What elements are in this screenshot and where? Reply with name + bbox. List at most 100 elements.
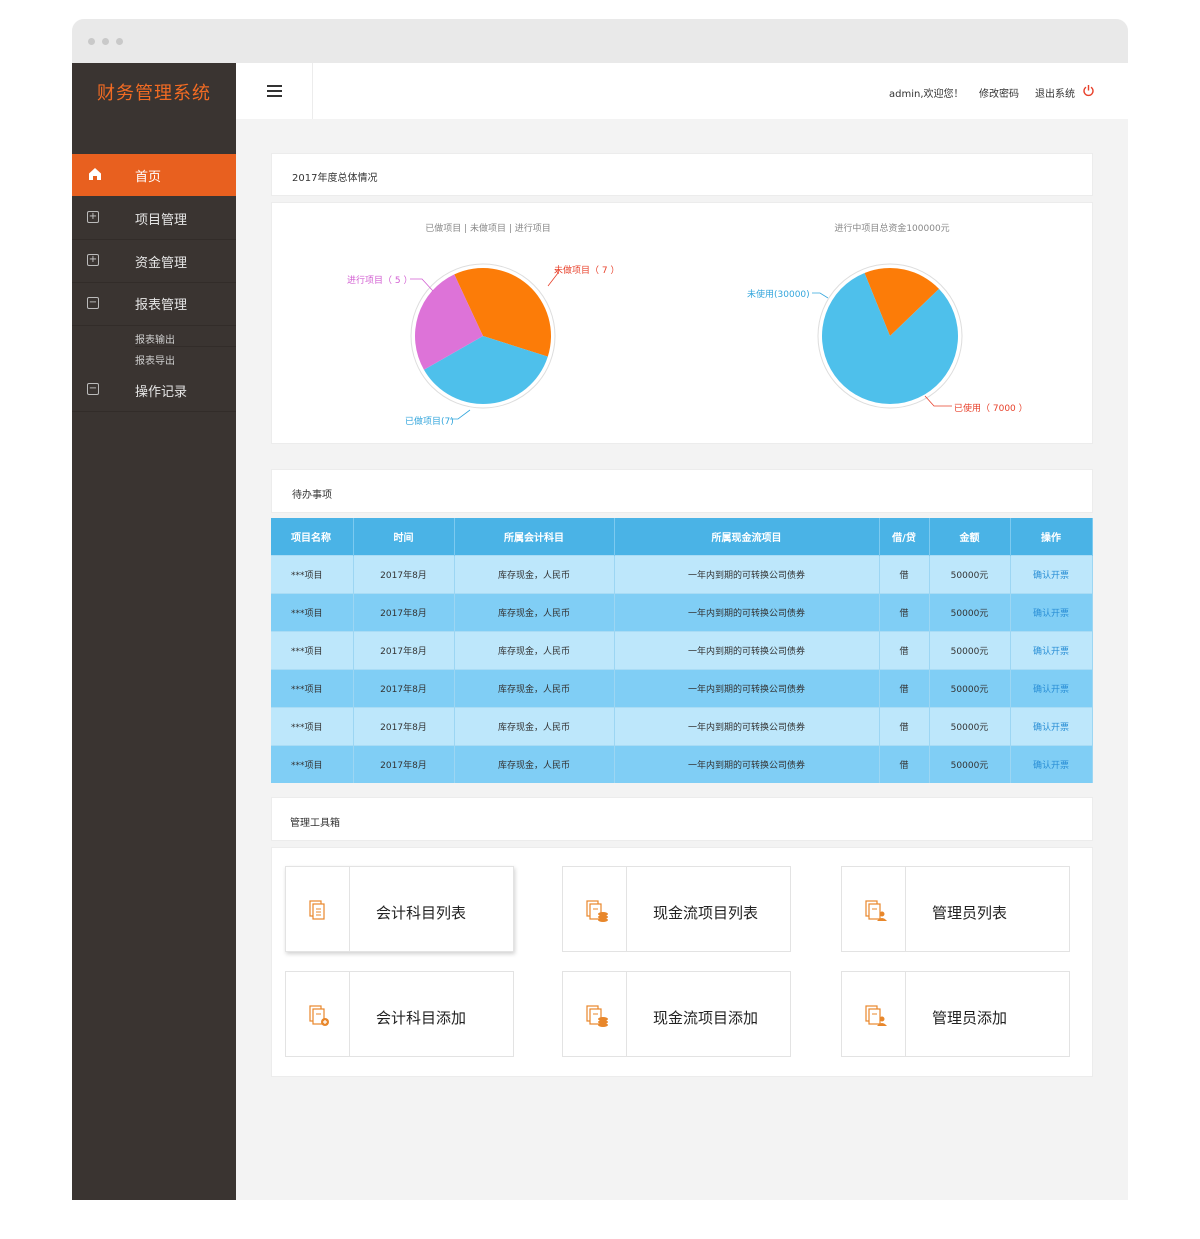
- table-cell: 一年内到期的可转换公司债券: [614, 669, 880, 708]
- pie-label: 已做项目(7): [405, 417, 454, 427]
- tool-label: 管理员列表: [932, 904, 1008, 922]
- document-coins-icon: [586, 900, 608, 922]
- pie-label: 已使用（ 7000 ）: [954, 404, 1028, 414]
- table-cell: 2017年8月: [353, 707, 455, 746]
- window-titlebar: [72, 19, 1128, 63]
- welcome-text: admin,欢迎您！: [889, 89, 964, 100]
- window-dot-icon: [116, 38, 123, 45]
- overview-header: 2017年度总体情况: [271, 153, 1093, 196]
- change-password-link[interactable]: 修改密码: [979, 85, 1019, 100]
- sidebar-subitem-report-output[interactable]: 报表输出: [135, 331, 175, 346]
- tool-account-add-button[interactable]: 会计科目添加: [285, 971, 514, 1057]
- sidebar: 财务管理系统 首页 + 项目管理 + 资金管理 − 报表管理 报表输出 报表导出…: [72, 63, 236, 1200]
- table-header-row: 项目名称 时间 所属会计科目 所属现金流项目 借/贷 金额 操作: [271, 518, 1093, 556]
- document-user-icon: [865, 1005, 887, 1026]
- sidebar-item-label: 首页: [135, 170, 162, 185]
- logout-link[interactable]: 退出系统: [1035, 85, 1075, 100]
- menu-toggle-icon[interactable]: [267, 85, 282, 97]
- tool-cashflow-list-button[interactable]: 现金流项目列表: [562, 866, 791, 952]
- table-cell: 一年内到期的可转换公司债券: [614, 707, 880, 746]
- tool-label: 现金流项目添加: [653, 1009, 759, 1027]
- tool-cashflow-add-button[interactable]: 现金流项目添加: [562, 971, 791, 1057]
- table-cell: 库存现金，人民币: [454, 555, 615, 594]
- table-cell: 50000元: [929, 669, 1011, 708]
- todo-header: 待办事项: [271, 469, 1093, 513]
- tool-account-list-button[interactable]: 会计科目列表: [285, 866, 514, 952]
- table-cell: 50000元: [929, 745, 1011, 783]
- table-cell: 库存现金，人民币: [454, 707, 615, 746]
- sidebar-item-label: 操作记录: [135, 385, 188, 400]
- window-dot-icon: [88, 38, 95, 45]
- sidebar-item-home[interactable]: 首页: [72, 154, 236, 196]
- minus-box-icon: −: [87, 297, 99, 309]
- document-user-icon: [865, 900, 887, 921]
- table-cell: 借: [879, 669, 930, 708]
- todo-table: 项目名称 时间 所属会计科目 所属现金流项目 借/贷 金额 操作 ***项目 2017年8月库…: [271, 518, 1093, 783]
- section-title: 待办事项: [292, 490, 332, 501]
- pie-label: 未使用(30000): [747, 290, 810, 300]
- tool-label: 现金流项目列表: [653, 904, 759, 922]
- table-row: ***项目 2017年8月 库存现金，人民币 一年内到期的可转换公司债券借 50000元…: [271, 707, 1093, 746]
- topbar: admin,欢迎您！ 修改密码 退出系统: [236, 63, 1128, 119]
- section-title: 管理工具箱: [290, 818, 340, 829]
- table-cell: 库存现金，人民币: [454, 669, 615, 708]
- table-cell: 一年内到期的可转换公司债券: [614, 745, 880, 783]
- table-cell: 50000元: [929, 555, 1011, 594]
- confirm-invoice-link[interactable]: 确认开票: [1010, 631, 1093, 670]
- tool-label: 管理员添加: [932, 1009, 1008, 1027]
- column-header: 所属会计科目: [454, 518, 615, 556]
- confirm-invoice-link[interactable]: 确认开票: [1010, 707, 1093, 746]
- column-header: 操作: [1010, 518, 1093, 556]
- table-cell: 借: [879, 707, 930, 746]
- document-list-icon: [309, 900, 325, 920]
- sidebar-item-projects[interactable]: + 项目管理: [72, 197, 236, 240]
- table-cell: 借: [879, 631, 930, 670]
- table-cell: ***项目: [271, 593, 354, 632]
- table-cell: 借: [879, 745, 930, 783]
- table-row: ***项目 2017年8月 库存现金，人民币 一年内到期的可转换公司债券借 50000元…: [271, 631, 1093, 670]
- column-header: 项目名称: [271, 518, 354, 556]
- table-cell: 2017年8月: [353, 631, 455, 670]
- sidebar-item-logs[interactable]: − 操作记录: [72, 369, 236, 412]
- tool-admin-add-button[interactable]: 管理员添加: [841, 971, 1070, 1057]
- pie-label: 进行项目（ 5 ）: [347, 276, 413, 286]
- confirm-invoice-link[interactable]: 确认开票: [1010, 593, 1093, 632]
- table-cell: 2017年8月: [353, 745, 455, 783]
- plus-box-icon: +: [87, 254, 99, 266]
- table-cell: 库存现金，人民币: [454, 593, 615, 632]
- topbar-divider: [312, 63, 313, 119]
- table-cell: 50000元: [929, 593, 1011, 632]
- document-add-icon: [309, 1005, 329, 1026]
- power-icon[interactable]: [1082, 84, 1095, 97]
- sidebar-item-funds[interactable]: + 资金管理: [72, 240, 236, 283]
- confirm-invoice-link[interactable]: 确认开票: [1010, 555, 1093, 594]
- minus-box-icon: −: [87, 383, 99, 395]
- confirm-invoice-link[interactable]: 确认开票: [1010, 669, 1093, 708]
- app-title: 财务管理系统: [97, 83, 211, 104]
- window-dot-icon: [102, 38, 109, 45]
- table-cell: ***项目: [271, 707, 354, 746]
- sidebar-item-reports[interactable]: − 报表管理: [72, 283, 236, 326]
- table-cell: 借: [879, 593, 930, 632]
- column-header: 借/贷: [879, 518, 930, 556]
- table-cell: 一年内到期的可转换公司债券: [614, 593, 880, 632]
- sidebar-subitem-report-export[interactable]: 报表导出: [135, 352, 175, 367]
- table-row: ***项目 2017年8月 库存现金，人民币 一年内到期的可转换公司债券借 50000元…: [271, 745, 1093, 783]
- column-header: 金额: [929, 518, 1011, 556]
- tool-label: 会计科目列表: [376, 904, 467, 922]
- column-header: 时间: [353, 518, 455, 556]
- table-cell: 2017年8月: [353, 669, 455, 708]
- charts-card: 已做项目 | 未做项目 | 进行项目 进行中项目总资金100000元 未做项目（…: [271, 202, 1093, 444]
- sidebar-item-label: 报表管理: [135, 298, 188, 313]
- table-row: ***项目 2017年8月 库存现金，人民币 一年内到期的可转换公司债券借 50000元…: [271, 669, 1093, 708]
- table-cell: 50000元: [929, 631, 1011, 670]
- table-cell: 一年内到期的可转换公司债券: [614, 631, 880, 670]
- table-cell: ***项目: [271, 555, 354, 594]
- toolbox-card: 会计科目列表 现金流项目列表 管理员列表 会计科目添加 现金流项目添加 管理员添…: [271, 847, 1093, 1077]
- table-cell: 2017年8月: [353, 555, 455, 594]
- table-row: ***项目 2017年8月 库存现金，人民币 一年内到期的可转换公司债券借 50000元…: [271, 555, 1093, 594]
- tool-admin-list-button[interactable]: 管理员列表: [841, 866, 1070, 952]
- table-cell: 50000元: [929, 707, 1011, 746]
- confirm-invoice-link[interactable]: 确认开票: [1010, 745, 1093, 783]
- table-cell: 一年内到期的可转换公司债券: [614, 555, 880, 594]
